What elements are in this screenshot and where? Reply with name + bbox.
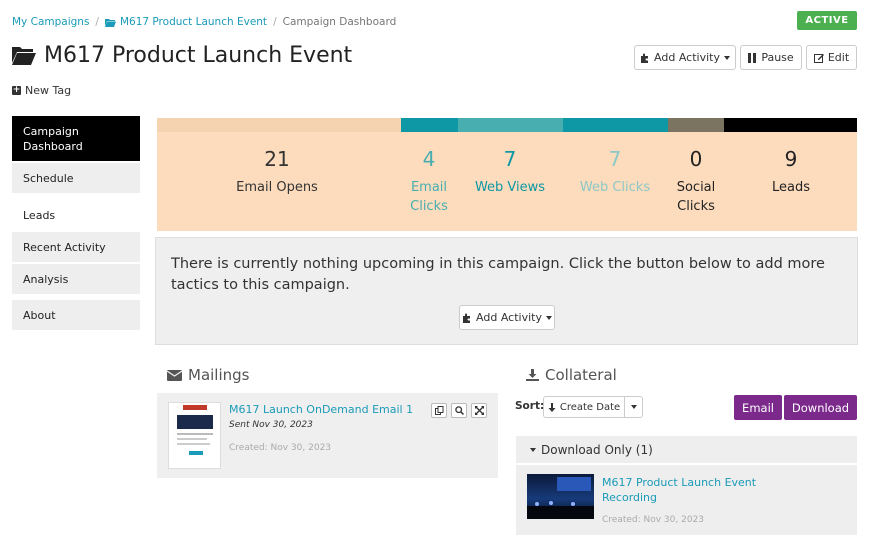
breadcrumb-campaign-label: M617 Product Launch Event xyxy=(119,16,268,28)
caret-down-icon xyxy=(630,405,637,409)
caret-down-icon xyxy=(723,55,730,60)
pause-button[interactable]: Pause xyxy=(740,45,802,70)
stat-social-clicks-value: 0 xyxy=(689,147,703,171)
collateral-title-label: Collateral xyxy=(545,366,617,384)
stat-email-clicks-value: 4 xyxy=(422,147,436,171)
sidebar-item-analysis[interactable]: Analysis xyxy=(12,264,140,294)
mailing-sent-date: Sent Nov 30, 2023 xyxy=(229,420,313,430)
stat-leads-label: Leads xyxy=(771,180,810,195)
copy-button[interactable] xyxy=(431,403,447,418)
breadcrumb-campaign[interactable]: M617 Product Launch Event xyxy=(104,16,268,28)
sort-select[interactable]: Create Date xyxy=(543,396,625,418)
breadcrumb-separator: / xyxy=(273,16,277,28)
edit-icon xyxy=(813,53,824,63)
sidebar-item-about[interactable]: About xyxy=(12,300,140,330)
preview-button[interactable] xyxy=(451,403,467,418)
download-icon xyxy=(526,369,539,381)
collateral-name-link[interactable]: M617 Product Launch Event Recording xyxy=(602,475,762,505)
folder-open-icon xyxy=(104,18,116,27)
folder-open-icon xyxy=(12,47,36,65)
mailings-title-label: Mailings xyxy=(188,366,250,384)
stat-web-views-label: Web Views xyxy=(474,180,546,195)
email-collateral-button[interactable]: Email xyxy=(734,395,782,420)
upcoming-panel: There is currently nothing upcoming in t… xyxy=(155,237,858,345)
pause-icon xyxy=(748,52,757,63)
breadcrumb: My Campaigns / M617 Product Launch Event… xyxy=(12,16,396,28)
sidebar-item-label: About xyxy=(23,308,56,322)
sort-dropdown-toggle[interactable] xyxy=(624,396,643,418)
breadcrumb-my-campaigns[interactable]: My Campaigns xyxy=(12,16,89,28)
puzzle-icon xyxy=(641,53,649,63)
sidebar-item-label: Analysis xyxy=(23,272,69,286)
stat-web-clicks-value: 7 xyxy=(608,147,622,171)
page-title-text: M617 Product Launch Event xyxy=(44,43,353,68)
sidebar-item-label: Campaign Dashboard xyxy=(23,124,83,153)
collateral-created-date: Created: Nov 30, 2023 xyxy=(602,515,705,525)
group-label: Download Only (1) xyxy=(541,442,653,457)
page-title: M617 Product Launch Event xyxy=(12,43,352,68)
funnel-segment xyxy=(458,118,563,132)
status-badge: ACTIVE xyxy=(797,11,857,30)
funnel-segment xyxy=(668,118,724,132)
stats-panel: 21 Email Opens 4 Email Clicks 7 Web View… xyxy=(157,132,857,231)
collateral-item: M617 Product Launch Event Recording Crea… xyxy=(516,465,857,535)
breadcrumb-current: Campaign Dashboard xyxy=(282,16,397,28)
mailing-name-link[interactable]: M617 Launch OnDemand Email 1 xyxy=(229,403,413,416)
funnel-segment xyxy=(401,118,458,132)
stat-leads-value: 9 xyxy=(784,147,798,171)
stat-email-clicks-label: Email Clicks xyxy=(410,180,448,214)
arrow-down-icon xyxy=(548,402,556,412)
sidebar-item-label: Leads xyxy=(23,208,56,222)
caret-down-icon xyxy=(530,447,536,452)
sort-value: Create Date xyxy=(559,401,621,413)
stat-email-opens-label: Email Opens xyxy=(236,180,318,195)
edit-button[interactable]: Edit xyxy=(806,45,857,70)
stat-social-clicks-label: Social Clicks xyxy=(676,180,716,214)
expand-icon xyxy=(474,406,484,415)
funnel-segment xyxy=(724,118,857,132)
funnel-bar xyxy=(157,118,857,132)
copy-icon xyxy=(434,406,443,415)
sort-label: Sort: xyxy=(515,400,545,412)
mailings-section-title: Mailings xyxy=(167,366,249,384)
sidebar-item-label: Recent Activity xyxy=(23,240,106,254)
sidebar-item-campaign-dashboard[interactable]: Campaign Dashboard xyxy=(12,116,140,161)
stat-web-clicks-label: Web Clicks xyxy=(579,180,651,195)
add-activity-button[interactable]: Add Activity xyxy=(634,45,736,70)
edit-label: Edit xyxy=(827,51,850,64)
new-tag-label: New Tag xyxy=(25,84,72,97)
breadcrumb-separator: / xyxy=(95,16,99,28)
download-collateral-button[interactable]: Download xyxy=(784,395,857,420)
zoom-icon xyxy=(454,406,464,415)
funnel-segment xyxy=(157,118,401,132)
email-thumbnail[interactable] xyxy=(168,402,221,469)
expand-button[interactable] xyxy=(471,403,487,418)
envelope-icon xyxy=(167,369,182,381)
download-only-group-header[interactable]: Download Only (1) xyxy=(516,436,857,463)
add-activity-label: Add Activity xyxy=(476,311,542,324)
mailing-item: M617 Launch OnDemand Email 1 Sent Nov 30… xyxy=(157,393,498,478)
puzzle-icon xyxy=(463,313,471,323)
video-thumbnail[interactable] xyxy=(527,474,594,519)
upcoming-message: There is currently nothing upcoming in t… xyxy=(171,256,825,293)
caret-down-icon xyxy=(545,315,552,320)
sidebar-item-label: Schedule xyxy=(23,171,74,185)
new-tag-button[interactable]: + New Tag xyxy=(12,84,71,97)
sidebar-item-leads[interactable]: Leads xyxy=(12,200,140,230)
add-activity-button-secondary[interactable]: Add Activity xyxy=(459,305,555,330)
pause-label: Pause xyxy=(761,51,794,64)
collateral-section-title: Collateral xyxy=(526,366,617,384)
sidebar-item-recent-activity[interactable]: Recent Activity xyxy=(12,232,140,262)
stat-email-opens-value: 21 xyxy=(264,147,290,171)
sidebar-item-schedule[interactable]: Schedule xyxy=(12,163,140,193)
plus-square-icon: + xyxy=(12,85,21,95)
mailing-created-date: Created: Nov 30, 2023 xyxy=(229,443,332,453)
add-activity-label: Add Activity xyxy=(654,51,720,64)
stat-web-views-value: 7 xyxy=(503,147,517,171)
funnel-segment xyxy=(563,118,668,132)
